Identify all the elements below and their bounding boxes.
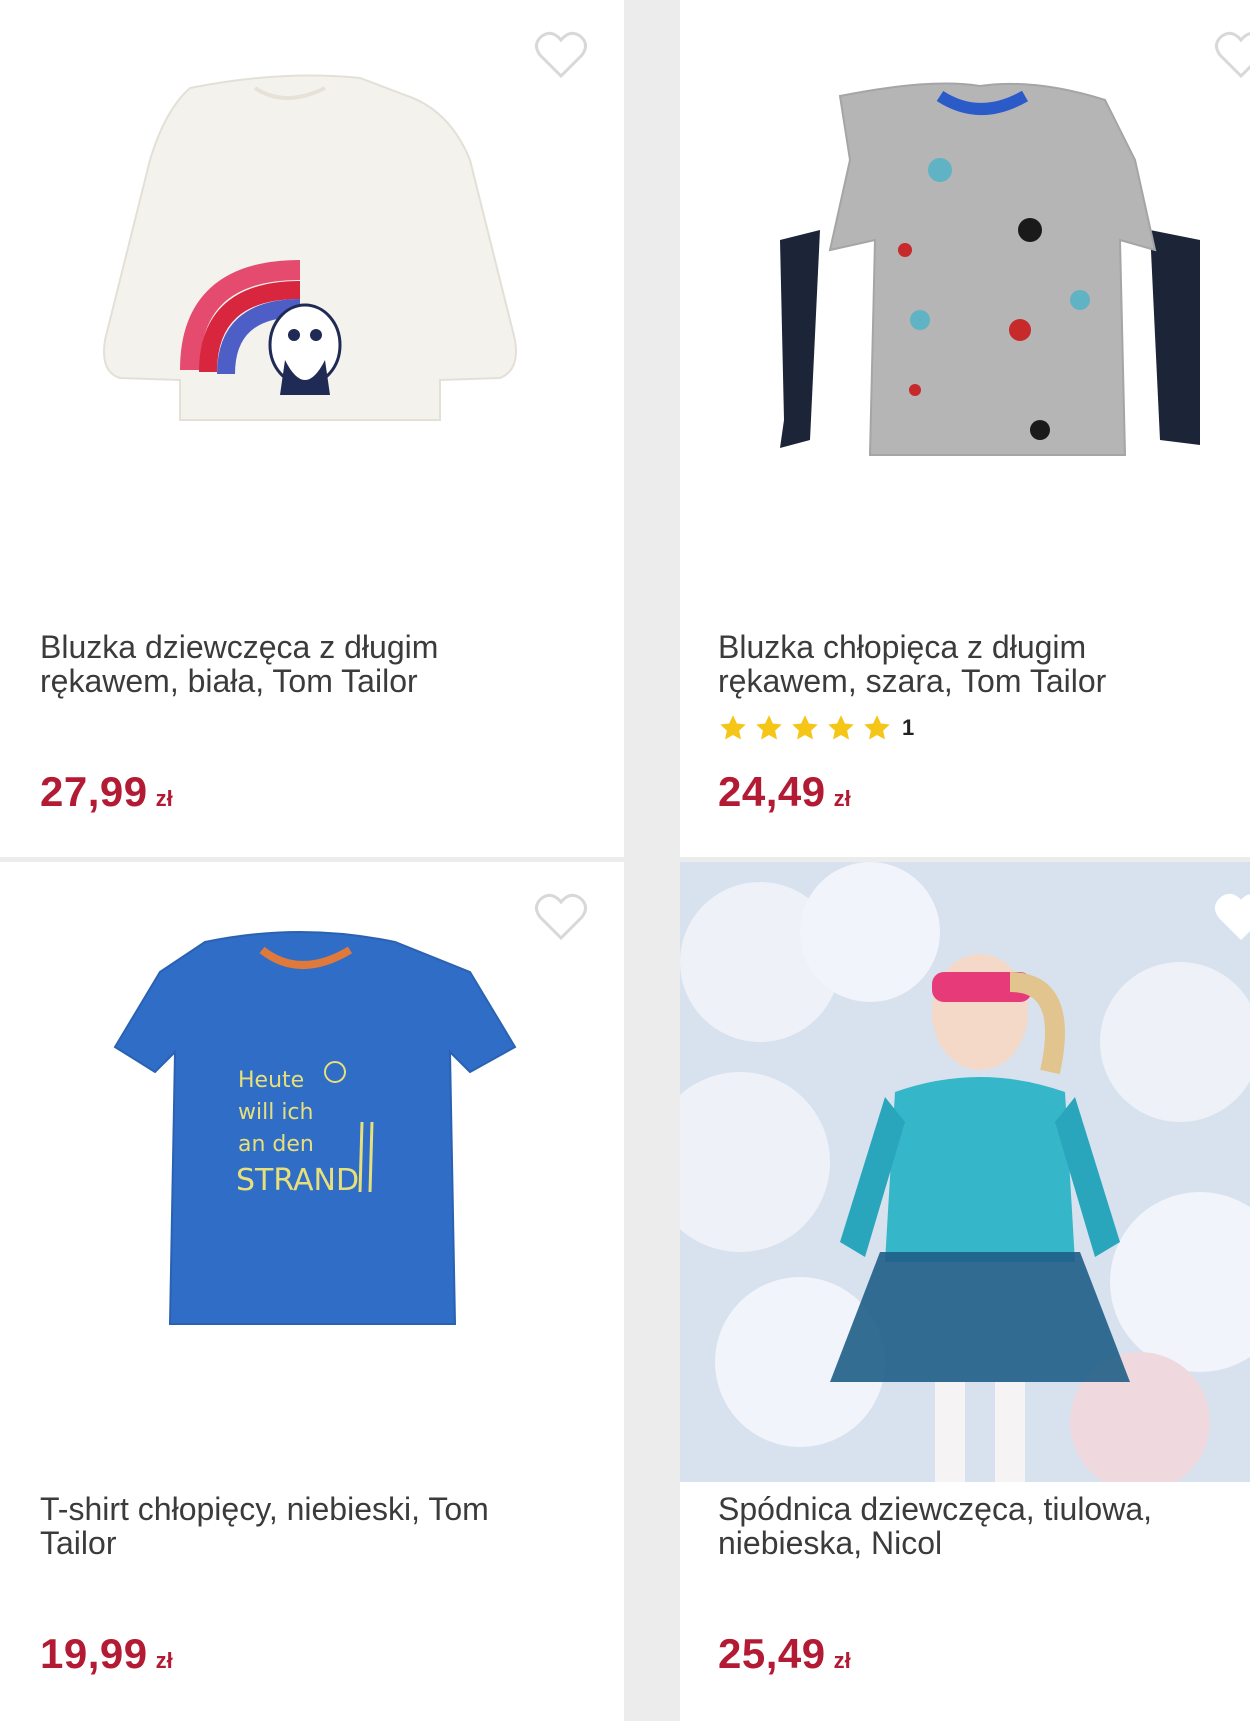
- tshirt-print-line1: Heute: [238, 1068, 304, 1093]
- rating-count: 1: [902, 715, 915, 740]
- product-image[interactable]: [680, 0, 1250, 600]
- product-image[interactable]: Heute will ich an den STRAND: [0, 862, 624, 1462]
- favorite-heart-icon[interactable]: [534, 892, 588, 942]
- star-icon: [756, 715, 782, 740]
- blue-tshirt-image: Heute will ich an den STRAND: [113, 931, 517, 1325]
- grey-longsleeve-image: [780, 82, 1200, 456]
- price-currency: zł: [155, 1648, 173, 1673]
- price-currency: zł: [155, 786, 173, 811]
- product-card[interactable]: Bluzka dziewczęca z długim rękawem, biał…: [0, 0, 624, 857]
- price-currency: zł: [833, 1648, 851, 1673]
- price-value: 19,99: [40, 1630, 148, 1677]
- tshirt-print-line4: STRAND: [236, 1163, 359, 1198]
- price-currency: zł: [833, 786, 851, 811]
- white-longsleeve-image: [103, 74, 517, 421]
- star-icon: [792, 715, 818, 740]
- product-rating: 1: [718, 712, 914, 744]
- product-image[interactable]: [0, 0, 624, 600]
- product-price: 19,99 zł: [40, 1630, 173, 1678]
- price-value: 27,99: [40, 768, 148, 815]
- product-title[interactable]: T-shirt chłopięcy, niebieski, Tom Tailor: [40, 1492, 560, 1560]
- product-card[interactable]: Bluzka chłopięca z długim rękawem, szara…: [680, 0, 1250, 857]
- price-value: 25,49: [718, 1630, 826, 1677]
- tshirt-print-line3: an den: [238, 1132, 314, 1157]
- tshirt-print-line2: will ich: [238, 1100, 313, 1125]
- product-title[interactable]: Bluzka dziewczęca z długim rękawem, biał…: [40, 630, 560, 698]
- product-card[interactable]: Heute will ich an den STRAND T-shirt chł…: [0, 862, 624, 1721]
- price-value: 24,49: [718, 768, 826, 815]
- favorite-heart-icon[interactable]: [1214, 892, 1250, 942]
- girl-tulle-skirt-photo: [680, 862, 1250, 1492]
- product-image[interactable]: [680, 862, 1250, 1492]
- product-price: 25,49 zł: [718, 1630, 851, 1678]
- favorite-heart-icon[interactable]: [1214, 30, 1250, 80]
- product-title[interactable]: Spódnica dziewczęca, tiulowa, niebieska,…: [718, 1492, 1218, 1560]
- favorite-heart-icon[interactable]: [534, 30, 588, 80]
- star-icon: [720, 715, 746, 740]
- product-grid: Bluzka dziewczęca z długim rękawem, biał…: [0, 0, 1250, 1721]
- star-icon: [828, 715, 854, 740]
- product-title[interactable]: Bluzka chłopięca z długim rękawem, szara…: [718, 630, 1218, 698]
- product-price: 27,99 zł: [40, 768, 173, 816]
- star-icon: [864, 715, 890, 740]
- product-card[interactable]: Spódnica dziewczęca, tiulowa, niebieska,…: [680, 862, 1250, 1721]
- product-price: 24,49 zł: [718, 768, 851, 816]
